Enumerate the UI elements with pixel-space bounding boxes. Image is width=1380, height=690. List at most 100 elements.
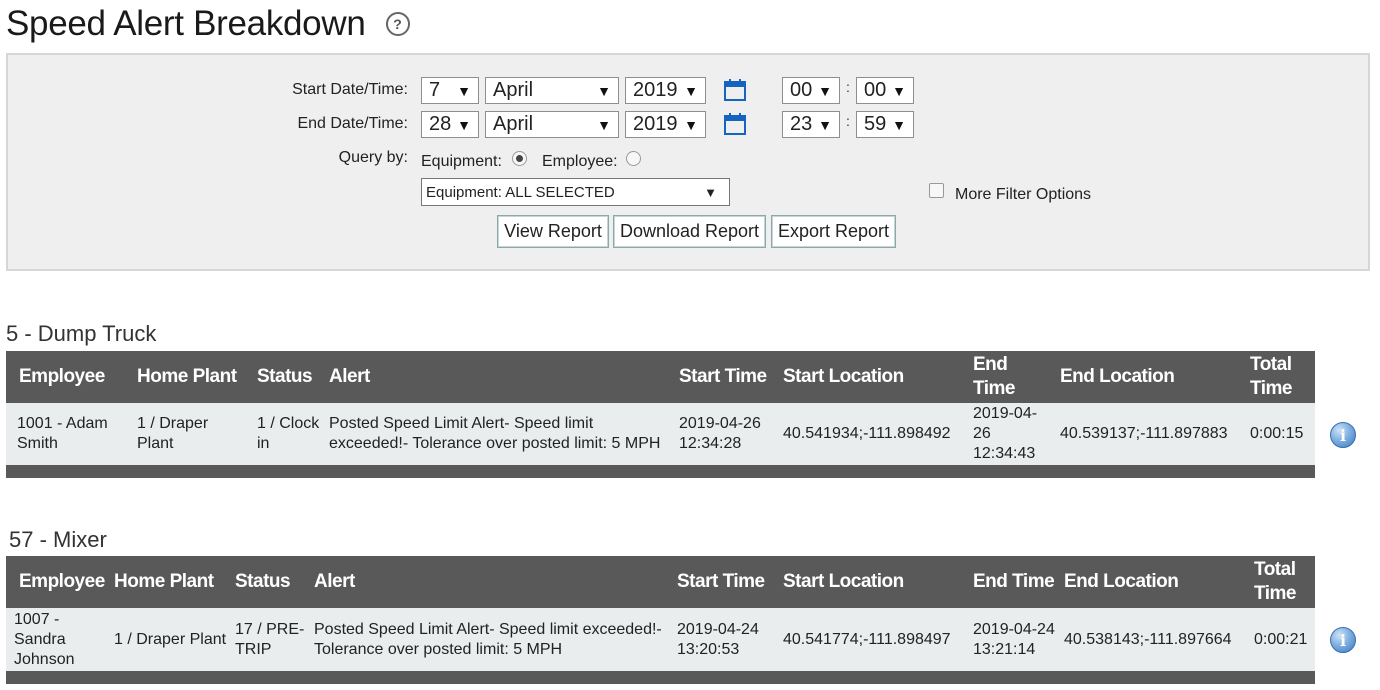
- equipment-radio-label: Equipment:: [421, 153, 502, 170]
- view-report-button[interactable]: View Report: [497, 215, 609, 248]
- download-report-button[interactable]: Download Report: [613, 215, 766, 248]
- cell-start-location: 40.541934;-111.898492: [779, 403, 969, 465]
- cell-home-plant: 1 / Draper Plant: [110, 608, 231, 671]
- table-header-row: Employee Home Plant Status Alert Start T…: [6, 556, 1315, 608]
- end-day-value: 28: [429, 113, 452, 135]
- cell-status: 1 / Clock in: [253, 403, 325, 465]
- cell-end-time: 2019-04-26 12:34:43: [969, 403, 1056, 465]
- cell-employee: 1001 - Adam Smith: [6, 403, 133, 465]
- time-separator: :: [846, 113, 850, 129]
- info-icon[interactable]: i: [1330, 422, 1356, 448]
- table-row[interactable]: 1007 - Sandra Johnson 1 / Draper Plant 1…: [6, 608, 1315, 671]
- report-table: Employee Home Plant Status Alert Start T…: [6, 351, 1315, 478]
- more-filter-label: More Filter Options: [955, 186, 1092, 203]
- chevron-down-icon: ▼: [684, 116, 698, 133]
- employee-radio[interactable]: [626, 151, 641, 166]
- equipment-select[interactable]: Equipment: ALL SELECTED ▼: [421, 178, 730, 206]
- chevron-down-icon: ▼: [892, 116, 906, 133]
- chevron-down-icon: ▼: [597, 82, 611, 99]
- col-start-time: Start Time: [673, 556, 779, 608]
- end-minute-select[interactable]: 59 ▼: [856, 111, 914, 138]
- chevron-down-icon: ▼: [684, 82, 698, 99]
- page-header: Speed Alert Breakdown ?: [6, 0, 410, 48]
- equipment-select-value: Equipment: ALL SELECTED: [426, 183, 615, 201]
- info-icon[interactable]: i: [1330, 627, 1356, 653]
- col-status: Status: [253, 351, 325, 403]
- more-filter-checkbox[interactable]: [929, 183, 944, 198]
- end-month-value: April: [493, 113, 534, 135]
- col-home-plant: Home Plant: [110, 556, 231, 608]
- start-month-value: April: [493, 79, 534, 101]
- end-year-value: 2019: [633, 113, 678, 135]
- end-month-select[interactable]: April ▼: [485, 111, 619, 138]
- end-date-label: End Date/Time:: [297, 115, 408, 132]
- cell-home-plant: 1 / Draper Plant: [133, 403, 253, 465]
- col-total-time: Total Time: [1250, 556, 1315, 608]
- end-hour-select[interactable]: 23 ▼: [782, 111, 840, 138]
- help-icon[interactable]: ?: [385, 12, 410, 36]
- col-employee: Employee: [6, 556, 110, 608]
- col-end-time: End Time: [969, 556, 1060, 608]
- start-minute-value: 00: [864, 79, 887, 101]
- col-home-plant: Home Plant: [133, 351, 253, 403]
- col-start-time: Start Time: [675, 351, 779, 403]
- col-end-time: End Time: [969, 351, 1056, 403]
- col-alert: Alert: [325, 351, 675, 403]
- cell-total-time: 0:00:21: [1250, 608, 1315, 671]
- end-year-select[interactable]: 2019 ▼: [625, 111, 706, 138]
- start-date-label: Start Date/Time:: [292, 81, 408, 98]
- cell-end-location: 40.539137;-111.897883: [1056, 403, 1246, 465]
- page-title: Speed Alert Breakdown: [6, 4, 366, 43]
- cell-start-time: 2019-04-24 13:20:53: [673, 608, 779, 671]
- cell-status: 17 / PRE-TRIP: [231, 608, 310, 671]
- col-employee: Employee: [6, 351, 133, 403]
- start-year-select[interactable]: 2019 ▼: [625, 77, 706, 104]
- col-start-location: Start Location: [779, 556, 969, 608]
- section-title: 5 - Dump Truck: [6, 321, 157, 346]
- col-status: Status: [231, 556, 310, 608]
- employee-radio-label: Employee:: [542, 153, 618, 170]
- cell-alert: Posted Speed Limit Alert- Speed limit ex…: [310, 608, 673, 671]
- cell-start-location: 40.541774;-111.898497: [779, 608, 969, 671]
- table-row[interactable]: 1001 - Adam Smith 1 / Draper Plant 1 / C…: [6, 403, 1315, 465]
- chevron-down-icon: ▼: [818, 116, 832, 133]
- cell-alert: Posted Speed Limit Alert- Speed limit ex…: [325, 403, 675, 465]
- start-minute-select[interactable]: 00 ▼: [856, 77, 914, 104]
- time-separator: :: [846, 79, 850, 95]
- col-end-location: End Location: [1060, 556, 1250, 608]
- table-footer: [6, 671, 1315, 684]
- end-minute-value: 59: [864, 113, 887, 135]
- end-hour-value: 23: [790, 113, 813, 135]
- start-month-select[interactable]: April ▼: [485, 77, 619, 104]
- chevron-down-icon: ▼: [892, 82, 906, 99]
- filter-panel: Start Date/Time: 7 ▼ April ▼ 2019 ▼ 00 ▼ : 0…: [6, 53, 1370, 271]
- col-start-location: Start Location: [779, 351, 969, 403]
- chevron-down-icon: ▼: [597, 116, 611, 133]
- cell-end-location: 40.538143;-111.897664: [1060, 608, 1250, 671]
- start-year-value: 2019: [633, 79, 678, 101]
- start-calendar-icon[interactable]: [724, 79, 746, 101]
- report-table: Employee Home Plant Status Alert Start T…: [6, 556, 1315, 684]
- col-total-time: Total Time: [1246, 351, 1315, 403]
- end-calendar-icon[interactable]: [724, 113, 746, 135]
- cell-end-time: 2019-04-24 13:21:14: [969, 608, 1060, 671]
- cell-employee: 1007 - Sandra Johnson: [6, 608, 110, 671]
- query-by-label: Query by:: [338, 149, 408, 166]
- chevron-down-icon: ▼: [457, 82, 471, 99]
- chevron-down-icon: ▼: [818, 82, 832, 99]
- cell-total-time: 0:00:15: [1246, 403, 1315, 465]
- col-alert: Alert: [310, 556, 673, 608]
- export-report-button[interactable]: Export Report: [771, 215, 896, 248]
- start-hour-value: 00: [790, 79, 813, 101]
- table-header-row: Employee Home Plant Status Alert Start T…: [6, 351, 1315, 403]
- chevron-down-icon: ▼: [457, 116, 471, 133]
- cell-start-time: 2019-04-26 12:34:28: [675, 403, 779, 465]
- col-end-location: End Location: [1056, 351, 1246, 403]
- start-day-select[interactable]: 7 ▼: [421, 77, 479, 104]
- chevron-down-icon: ▼: [704, 184, 717, 200]
- start-hour-select[interactable]: 00 ▼: [782, 77, 840, 104]
- end-day-select[interactable]: 28 ▼: [421, 111, 479, 138]
- equipment-radio[interactable]: [512, 151, 527, 166]
- section-title: 57 - Mixer: [9, 527, 107, 552]
- start-day-value: 7: [429, 79, 441, 101]
